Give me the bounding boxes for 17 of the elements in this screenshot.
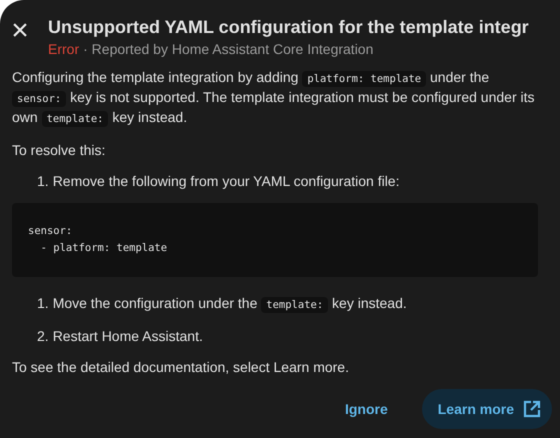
paragraph: To resolve this: <box>12 141 106 159</box>
learn-more-button[interactable]: Learn more <box>422 389 552 429</box>
dialog-title: Unsupported YAML configuration for the template integr <box>48 16 529 39</box>
paragraph: To see the detailed documentation, select Learn more. <box>12 358 350 376</box>
ignore-button[interactable]: Ignore <box>338 400 394 418</box>
list-number: 2. <box>37 327 49 345</box>
close-icon[interactable]: × <box>8 16 32 46</box>
list-item-text: Restart Home Assistant. <box>52 327 203 345</box>
list-number: 1. <box>37 172 49 190</box>
external-link-icon <box>522 399 542 419</box>
list-number: 1. <box>37 294 49 313</box>
severity-label: Error <box>48 41 80 57</box>
paragraph: Configuring the template integration by adding platform: template under the sensor: key is not supported. The template integration must be configured under its own template: key instead. <box>12 68 536 128</box>
reporter-text: · Reported by Home Assistant Core Integration <box>83 41 374 57</box>
code-block: sensor: - platform: template <box>12 203 538 277</box>
list-item-text: Move the configuration under the template: key instead. <box>52 294 407 314</box>
list-item-text: Remove the following from your YAML configuration file: <box>52 172 400 190</box>
